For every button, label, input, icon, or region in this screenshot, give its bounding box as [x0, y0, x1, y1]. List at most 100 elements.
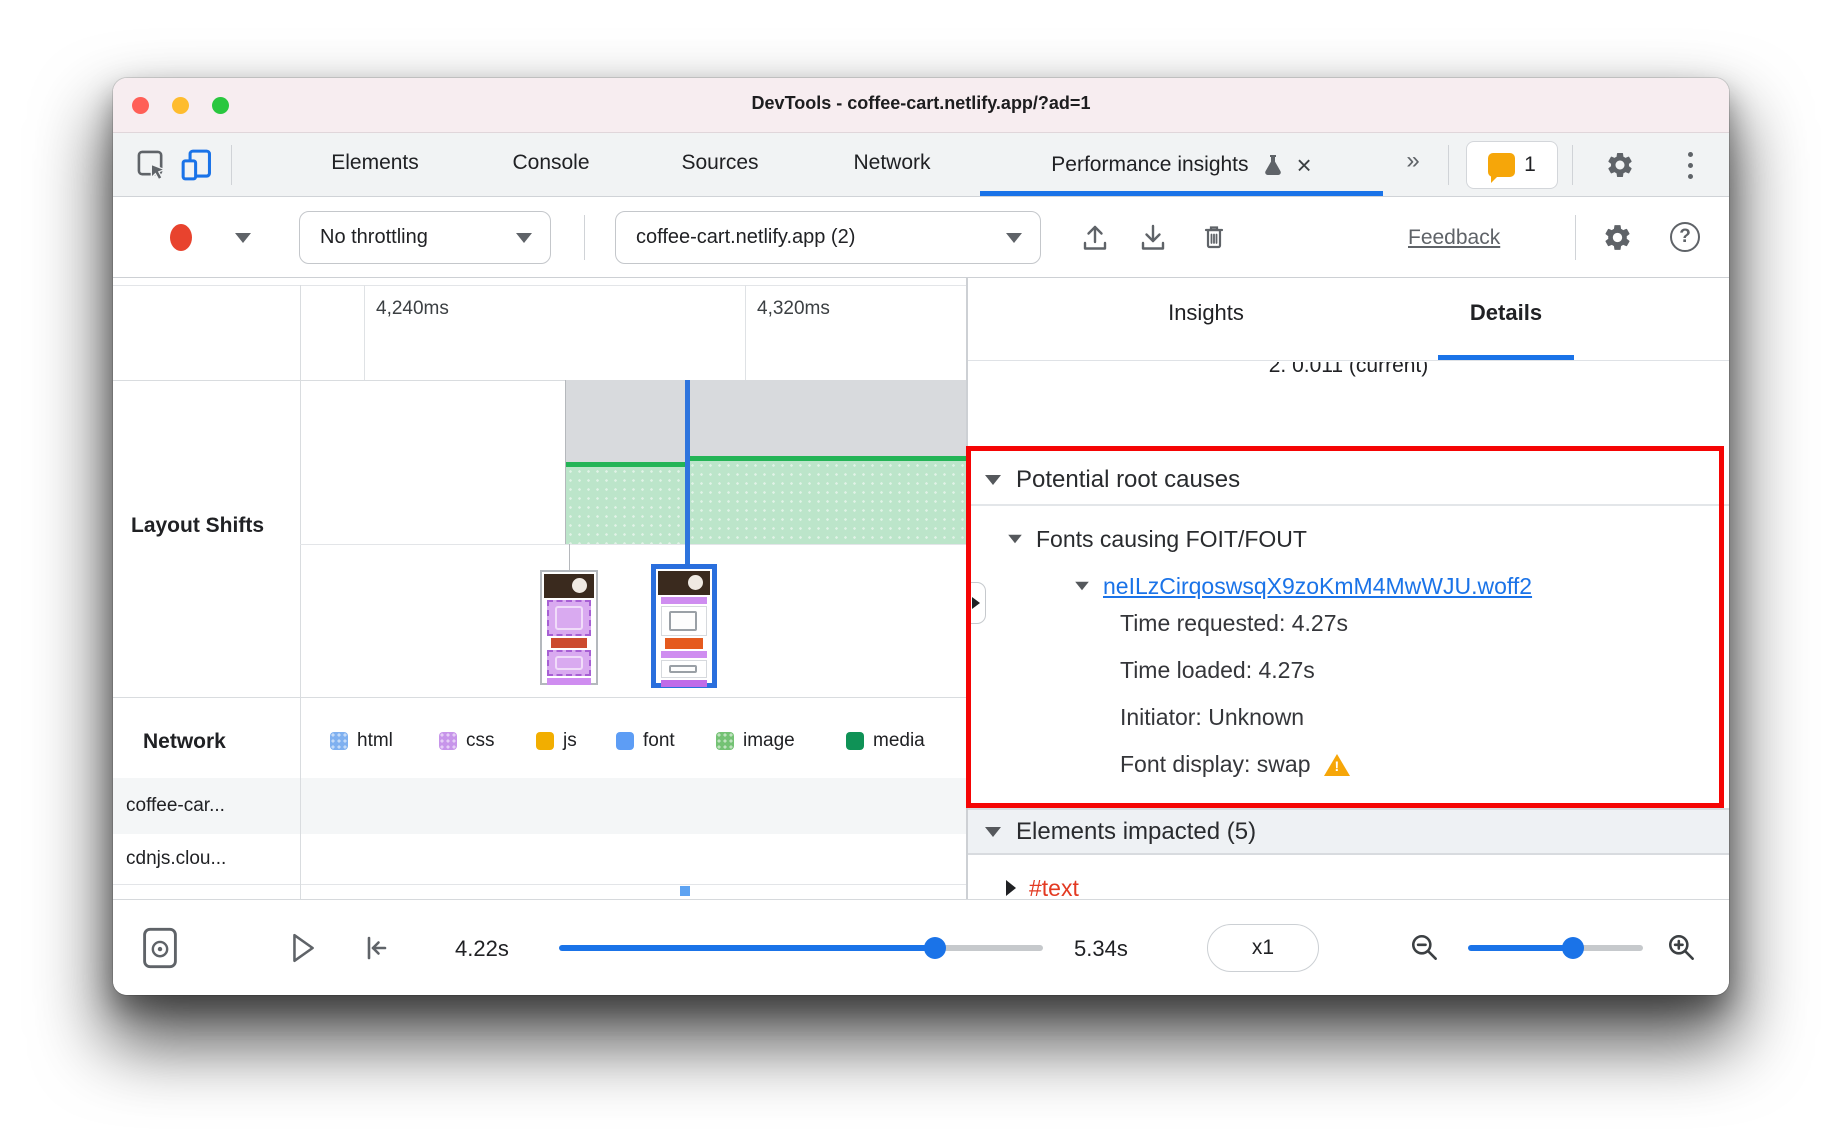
- delete-trace-icon[interactable]: [1198, 221, 1230, 253]
- legend-item-html: html: [330, 730, 393, 752]
- devtools-window: DevTools - coffee-cart.netlify.app/?ad=1…: [113, 78, 1729, 995]
- screenshot-preview-icon[interactable]: [141, 926, 179, 970]
- timeline-panel: 4,240ms 4,320ms Layout Shifts: [113, 278, 966, 899]
- tree-item-fonts-foit-fout[interactable]: Fonts causing FOIT/FOUT: [1007, 522, 1307, 556]
- legend-swatch: [536, 732, 554, 750]
- timeline-slider-thumb[interactable]: [924, 937, 946, 959]
- settings-gear-icon[interactable]: [1605, 150, 1635, 180]
- help-icon[interactable]: ?: [1670, 222, 1700, 252]
- scrolled-list-item: 2. 0.011 (current): [968, 362, 1729, 394]
- tab-elements[interactable]: Elements: [331, 151, 419, 175]
- legend-label: image: [743, 730, 795, 752]
- tab-insights[interactable]: Insights: [1126, 300, 1286, 326]
- issues-count: 1: [1524, 153, 1536, 177]
- network-request-row[interactable]: cdnjs.clou...: [113, 834, 966, 884]
- font-property: Initiator: Unknown: [1120, 694, 1304, 741]
- settings-gear-icon[interactable]: [1602, 222, 1633, 253]
- zoom-slider-filled[interactable]: [1468, 945, 1573, 951]
- close-tab-icon[interactable]: ×: [1297, 152, 1312, 178]
- skip-to-start-icon[interactable]: [359, 933, 393, 963]
- collapse-triangle-icon: [1075, 582, 1089, 591]
- font-property: Time requested: 4.27s: [1120, 600, 1348, 647]
- timeline-slider-filled[interactable]: [559, 945, 935, 951]
- issues-bubble-icon: [1488, 153, 1515, 177]
- playback-speed-button[interactable]: x1: [1207, 924, 1319, 972]
- legend-swatch: [330, 732, 348, 750]
- tree-item-font-file[interactable]: neILzCirqoswsqX9zoKmM4MwWJU.woff2: [1074, 569, 1532, 603]
- cls-gray-region: [566, 380, 688, 466]
- zoom-in-icon[interactable]: [1666, 932, 1698, 964]
- legend-item-font: font: [616, 730, 675, 752]
- section-title: Elements impacted (5): [1016, 818, 1256, 846]
- chevron-down-icon: [516, 233, 532, 243]
- network-request-marker: [680, 886, 690, 896]
- layout-shift-screenshot[interactable]: [540, 570, 598, 685]
- coffee-cup-icon: [688, 575, 703, 590]
- selected-shift-marker-line: [685, 380, 690, 566]
- active-tab-indicator: [980, 191, 1383, 196]
- font-file-link[interactable]: neILzCirqoswsqX9zoKmM4MwWJU.woff2: [1103, 573, 1532, 600]
- issues-warning-badge[interactable]: 1: [1466, 141, 1558, 189]
- main-area: 4,240ms 4,320ms Layout Shifts: [113, 278, 1729, 899]
- titlebar: DevTools - coffee-cart.netlify.app/?ad=1: [113, 78, 1729, 133]
- record-options-caret-icon[interactable]: [235, 233, 251, 243]
- cls-score-fill: [688, 461, 966, 544]
- ruler-tick-label: 4,240ms: [376, 298, 449, 320]
- legend-item-js: js: [536, 730, 577, 752]
- zoom-slider-thumb[interactable]: [1562, 937, 1584, 959]
- tab-performance-insights-label: Performance insights: [1051, 153, 1248, 177]
- chevron-down-icon: [1006, 233, 1022, 243]
- tab-details[interactable]: Details: [1426, 300, 1586, 326]
- request-row-label: cdnjs.clou...: [126, 848, 226, 870]
- record-button[interactable]: [170, 224, 192, 251]
- throttling-select-value: No throttling: [320, 226, 428, 249]
- coffee-cup-icon: [572, 578, 587, 593]
- zoom-out-icon[interactable]: [1409, 932, 1441, 964]
- tab-network[interactable]: Network: [853, 151, 930, 175]
- details-panel: Insights Details 2. 0.011 (current) Pote…: [966, 278, 1729, 899]
- cls-gray-region: [688, 380, 966, 460]
- play-icon[interactable]: [289, 932, 317, 964]
- network-request-row[interactable]: coffee-car...: [113, 778, 966, 834]
- more-options-icon[interactable]: [1688, 152, 1693, 179]
- screenshot-stage: DevTools - coffee-cart.netlify.app/?ad=1…: [0, 0, 1842, 1144]
- total-time-label: 5.34s: [1074, 936, 1128, 962]
- legend-swatch: [616, 732, 634, 750]
- download-trace-icon[interactable]: [1137, 222, 1169, 254]
- legend-label: html: [357, 730, 393, 752]
- timeline-slider-track[interactable]: [935, 945, 1043, 951]
- request-row-label: coffee-car...: [126, 795, 225, 817]
- tab-sources[interactable]: Sources: [681, 151, 758, 175]
- more-tabs-icon[interactable]: »: [1406, 147, 1419, 175]
- section-potential-root-causes[interactable]: Potential root causes: [968, 456, 1729, 506]
- sidebar-toggle-handle[interactable]: [966, 582, 986, 624]
- throttling-select[interactable]: No throttling: [299, 211, 551, 264]
- layout-shift-screenshot-selected[interactable]: [651, 564, 717, 688]
- section-elements-impacted[interactable]: Elements impacted (5): [968, 808, 1729, 855]
- screenshot-header: [658, 571, 710, 595]
- page-select[interactable]: coffee-cart.netlify.app (2): [615, 211, 1041, 264]
- tab-performance-insights[interactable]: Performance insights ×: [980, 133, 1383, 197]
- playback-footer: 4.22s 5.34s x1: [113, 899, 1729, 995]
- inspect-element-icon[interactable]: [135, 148, 169, 182]
- legend-item-media: media: [846, 730, 925, 752]
- legend-swatch: [439, 732, 457, 750]
- legend-label: font: [643, 730, 675, 752]
- expand-triangle-icon: [1006, 880, 1016, 896]
- warning-icon: [1324, 754, 1350, 776]
- network-track-label: Network: [143, 726, 226, 758]
- section-title: Potential root causes: [1016, 466, 1240, 494]
- performance-controlbar: No throttling coffee-cart.netlify.app (2…: [113, 197, 1729, 278]
- devtools-tabbar: Elements Console Sources Network Perform…: [113, 133, 1729, 197]
- collapse-triangle-icon: [985, 827, 1001, 837]
- tree-item-impacted-node[interactable]: #text: [1006, 870, 1079, 899]
- legend-item-css: css: [439, 730, 495, 752]
- layout-shifts-track-label: Layout Shifts: [131, 510, 281, 542]
- screenshot-header: [544, 574, 594, 598]
- toggle-device-toolbar-icon[interactable]: [179, 147, 215, 183]
- legend-label: media: [873, 730, 925, 752]
- upload-trace-icon[interactable]: [1079, 222, 1111, 254]
- tab-console[interactable]: Console: [512, 151, 589, 175]
- tree-item-label: Fonts causing FOIT/FOUT: [1036, 526, 1307, 553]
- feedback-link[interactable]: Feedback: [1408, 226, 1500, 250]
